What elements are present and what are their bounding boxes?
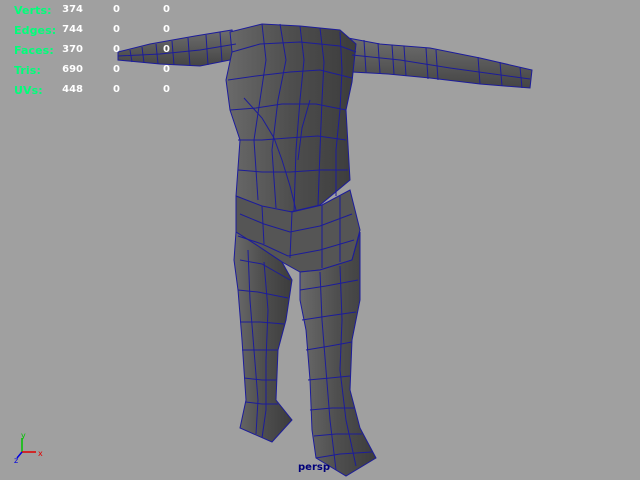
hud-row-verts: Verts: 374 0 0 <box>0 4 200 24</box>
hud-label: UVs: <box>14 84 43 97</box>
hud-label: Verts: <box>14 4 52 17</box>
hud-label: Faces: <box>14 44 54 57</box>
axis-y-label: y <box>21 432 26 440</box>
view-axis-icon: y x z <box>14 432 43 464</box>
perspective-viewport[interactable]: Verts: 374 0 0 Edges: 744 0 0 Faces: 370… <box>0 0 640 480</box>
hud-value: 0 <box>113 64 120 75</box>
poly-count-hud: Verts: 374 0 0 Edges: 744 0 0 Faces: 370… <box>0 0 200 100</box>
hud-row-uvs: UVs: 448 0 0 <box>0 84 200 104</box>
camera-name-label: persp <box>298 462 330 473</box>
hud-value: 0 <box>163 4 170 15</box>
hud-value: 0 <box>113 84 120 95</box>
hud-value: 0 <box>163 84 170 95</box>
hud-value: 0 <box>163 64 170 75</box>
hud-value: 448 <box>62 84 83 95</box>
hud-value: 744 <box>62 24 83 35</box>
hud-row-faces: Faces: 370 0 0 <box>0 44 200 64</box>
left-leg <box>233 231 293 443</box>
hud-label: Tris: <box>14 64 41 77</box>
hud-row-edges: Edges: 744 0 0 <box>0 24 200 44</box>
hud-value: 370 <box>62 44 83 55</box>
hud-value: 0 <box>113 4 120 15</box>
hud-label: Edges: <box>14 24 57 37</box>
hud-value: 0 <box>163 44 170 55</box>
hud-value: 0 <box>163 24 170 35</box>
right-arm <box>347 37 533 89</box>
hud-value: 374 <box>62 4 83 15</box>
hud-value: 0 <box>113 44 120 55</box>
axis-z-label: z <box>14 456 18 464</box>
hud-value: 0 <box>113 24 120 35</box>
axis-x-label: x <box>38 449 43 458</box>
hud-value: 690 <box>62 64 83 75</box>
hud-row-tris: Tris: 690 0 0 <box>0 64 200 84</box>
